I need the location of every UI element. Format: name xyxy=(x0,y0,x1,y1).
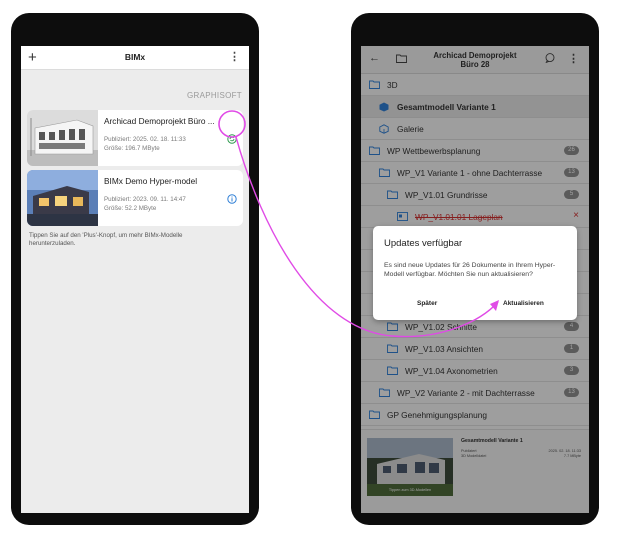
update-button[interactable]: Aktualisieren xyxy=(503,300,544,307)
right-phone-frame: ← Archicad Demoprojekt Büro 28 ⋮ 3D Gesa… xyxy=(351,13,599,525)
updates-dialog: Updates verfügbar Es sind neue Updates f… xyxy=(373,226,577,320)
model-card-archicad[interactable]: Archicad Demoprojekt Büro ... Publiziert… xyxy=(27,110,243,166)
download-hint: Tippen Sie auf den 'Plus'-Knopf, um mehr… xyxy=(29,232,183,247)
info-icon[interactable] xyxy=(227,194,237,204)
update-available-icon[interactable] xyxy=(227,134,237,144)
model-title: BIMx Demo Hyper-model xyxy=(104,176,198,186)
left-screen: + BIMx ⋮ GRAPHISOFT Archicad Demoprojekt… xyxy=(21,46,249,513)
model-thumbnail-bimx-demo xyxy=(27,170,98,226)
dialog-title: Updates verfügbar xyxy=(384,238,463,249)
model-published: Publiziert: 2023. 09. 11. 14:47 xyxy=(104,196,186,203)
dialog-message: Es sind neue Updates für 26 Dokumente in… xyxy=(384,262,556,278)
model-size: Größe: 196.7 MByte xyxy=(104,145,160,152)
model-card-bimx-demo[interactable]: BIMx Demo Hyper-model Publiziert: 2023. … xyxy=(27,170,243,226)
model-title: Archicad Demoprojekt Büro ... xyxy=(104,116,215,126)
more-options-icon[interactable]: ⋮ xyxy=(229,50,240,63)
model-size: Größe: 52.2 MByte xyxy=(104,205,157,212)
brand-label: GRAPHISOFT xyxy=(186,91,242,100)
app-title: BIMx xyxy=(124,52,146,62)
model-thumbnail-archicad xyxy=(27,110,98,166)
later-button[interactable]: Später xyxy=(417,300,437,307)
right-screen: ← Archicad Demoprojekt Büro 28 ⋮ 3D Gesa… xyxy=(361,46,589,513)
model-published: Publiziert: 2025. 02. 18. 11:33 xyxy=(104,136,186,143)
left-phone-frame: + BIMx ⋮ GRAPHISOFT Archicad Demoprojekt… xyxy=(11,13,259,525)
app-bar: + BIMx ⋮ xyxy=(21,46,249,70)
